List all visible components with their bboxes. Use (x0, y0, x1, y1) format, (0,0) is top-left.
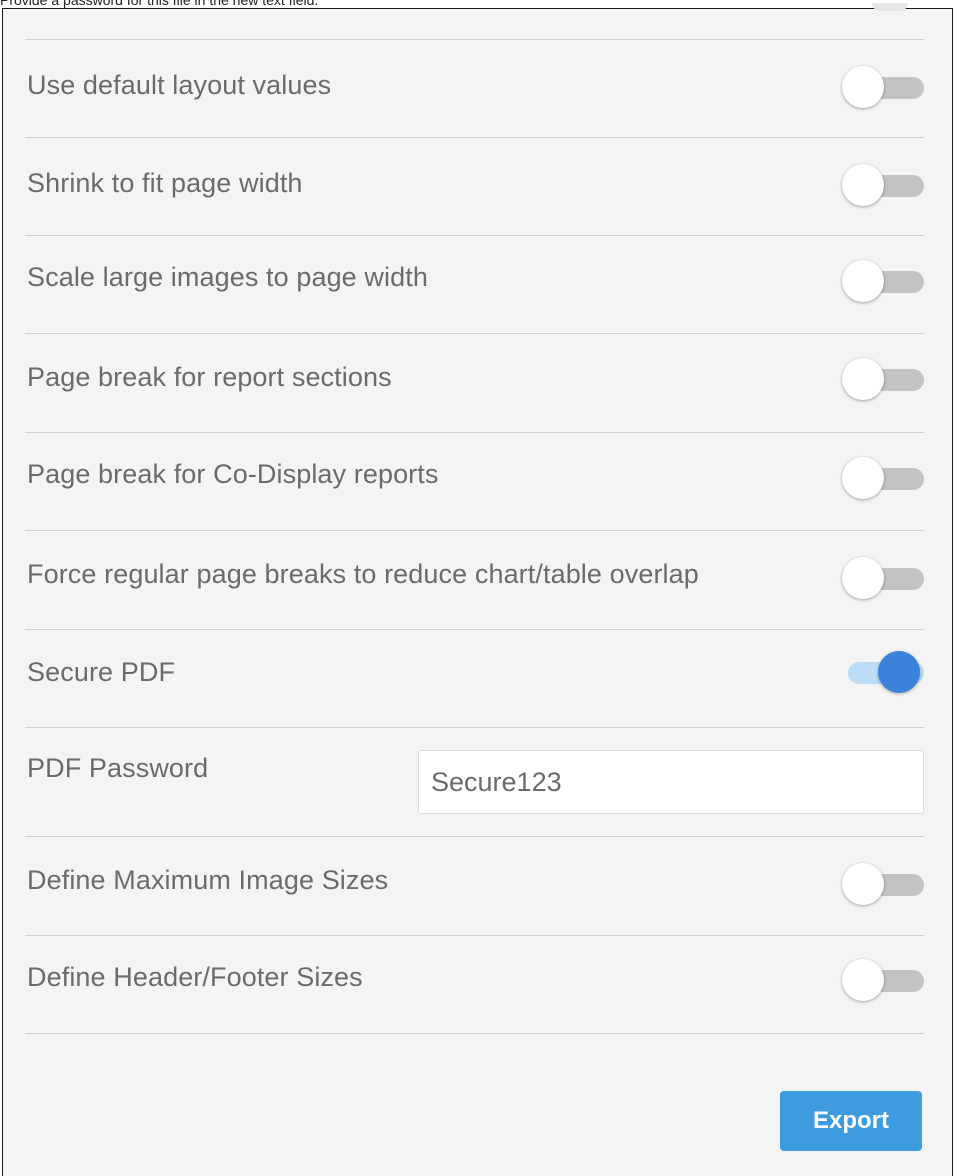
option-row-shrink-to-fit: Shrink to fit page width (25, 138, 924, 236)
option-row-max-image-sizes: Define Maximum Image Sizes (25, 837, 924, 936)
option-label: Shrink to fit page width (27, 168, 303, 198)
pdf-password-label: PDF Password (27, 753, 209, 783)
pdf-password-input[interactable] (418, 750, 924, 814)
toggle-knob (842, 66, 884, 108)
option-row-header-footer-sizes: Define Header/Footer Sizes (25, 936, 924, 1034)
option-row-use-default-layout: Use default layout values (25, 40, 924, 138)
page-break-codisplay-toggle[interactable] (842, 457, 924, 501)
toggle-knob (842, 863, 884, 905)
option-row-pdf-password: PDF Password (25, 728, 924, 837)
option-label: Define Header/Footer Sizes (27, 962, 363, 992)
panel-top-divider-row (25, 9, 924, 40)
option-label: Page break for Co-Display reports (27, 459, 439, 489)
toggle-knob (842, 457, 884, 499)
toggle-knob (842, 557, 884, 599)
export-button[interactable]: Export (780, 1091, 922, 1151)
toggle-knob (842, 260, 884, 302)
instruction-caption: Provide a password for this file in the … (0, 0, 319, 8)
force-page-breaks-toggle[interactable] (842, 557, 924, 601)
option-label: Define Maximum Image Sizes (27, 865, 389, 895)
option-label: Use default layout values (27, 70, 332, 100)
option-row-secure-pdf: Secure PDF (25, 630, 924, 728)
shrink-to-fit-toggle[interactable] (842, 164, 924, 208)
option-label: Scale large images to page width (27, 262, 428, 292)
toggle-knob (878, 651, 920, 693)
secure-pdf-toggle[interactable] (842, 651, 924, 695)
use-default-layout-toggle[interactable] (842, 66, 924, 110)
option-row-page-break-codisplay: Page break for Co-Display reports (25, 433, 924, 531)
pdf-export-options-panel: Use default layout values Shrink to fit … (2, 3, 953, 1176)
option-label: Force regular page breaks to reduce char… (27, 559, 699, 589)
toggle-knob (842, 959, 884, 1001)
toggle-knob (842, 164, 884, 206)
option-label: Secure PDF (27, 657, 176, 687)
header-footer-sizes-toggle[interactable] (842, 959, 924, 1003)
scale-large-images-toggle[interactable] (842, 260, 924, 304)
option-row-scale-large-images: Scale large images to page width (25, 236, 924, 334)
toggle-knob (842, 358, 884, 400)
option-row-force-page-breaks: Force regular page breaks to reduce char… (25, 531, 924, 630)
page-break-sections-toggle[interactable] (842, 358, 924, 402)
option-label: Page break for report sections (27, 362, 392, 392)
max-image-sizes-toggle[interactable] (842, 863, 924, 907)
option-row-page-break-sections: Page break for report sections (25, 334, 924, 433)
